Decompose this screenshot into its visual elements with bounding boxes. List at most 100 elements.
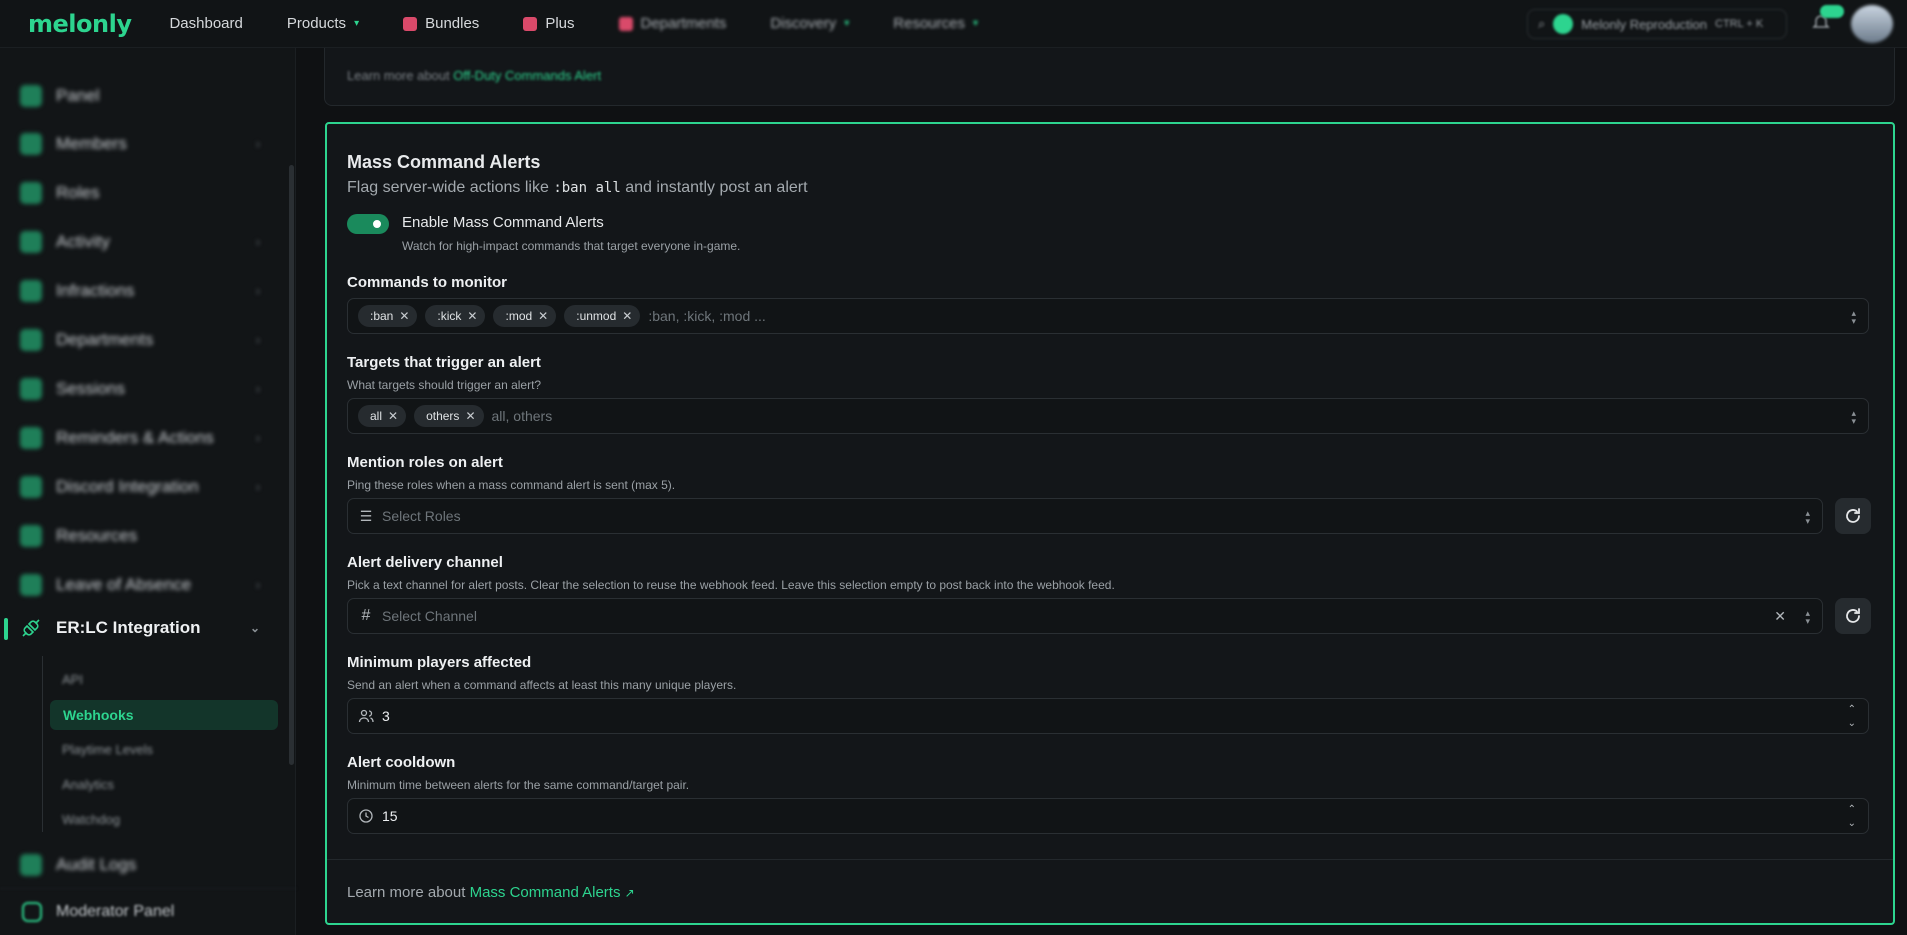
nav-discovery[interactable]: Discovery ▾ (770, 15, 849, 32)
shield-icon (22, 902, 42, 922)
close-icon[interactable]: ✕ (467, 309, 477, 323)
refresh-icon (1846, 508, 1860, 523)
sidebar: Panel Members › Roles Activity › Infractio… (0, 48, 296, 935)
activity-icon (20, 231, 42, 253)
sidebar-item-activity[interactable]: Activity › (20, 222, 270, 262)
enable-toggle[interactable] (347, 214, 389, 234)
cooldown-label: Alert cooldown (347, 754, 456, 771)
sidebar-item-label: Leave of Absence (56, 575, 192, 594)
close-icon[interactable]: ✕ (465, 409, 475, 423)
close-icon[interactable]: ✕ (622, 309, 632, 323)
sessions-icon (20, 378, 42, 400)
sidebar-item-label: Departments (56, 330, 154, 349)
channel-select[interactable]: # Select Channel ✕ ▴ ▾ (347, 598, 1823, 634)
sub-item-webhooks[interactable]: Webhooks (50, 700, 278, 730)
melonly-logo[interactable]: melonly (28, 10, 132, 38)
sidebar-item-reminders[interactable]: Reminders & Actions › (20, 418, 270, 458)
departments-icon (618, 16, 633, 31)
targets-multiselect[interactable]: all ✕ others ✕ all, others ▴ ▾ (347, 398, 1869, 434)
clear-icon[interactable]: ✕ (1774, 608, 1786, 625)
chip-all: all ✕ (358, 405, 407, 427)
chip-text: all (370, 409, 383, 423)
close-icon[interactable]: ✕ (399, 309, 409, 323)
sidebar-item-erlc[interactable]: ER:LC Integration ⌄ (20, 608, 270, 648)
refresh-roles-button[interactable] (1835, 498, 1871, 534)
plus-icon (523, 16, 538, 31)
sidebar-item-roles[interactable]: Roles (20, 173, 270, 213)
stepper-icon[interactable]: ⌃ ⌄ (1848, 703, 1856, 731)
sidebar-item-panel[interactable]: Panel (20, 76, 270, 116)
refresh-channel-button[interactable] (1835, 598, 1871, 634)
nav-dashboard[interactable]: Dashboard (169, 15, 242, 32)
sub-item-api[interactable]: API (62, 672, 83, 687)
toggle-label: Enable Mass Command Alerts (402, 214, 604, 231)
nav-plus[interactable]: Plus (523, 15, 575, 32)
nav-products[interactable]: Products ▾ (287, 15, 359, 32)
stepper-icon[interactable]: ⌃ ⌄ (1848, 803, 1856, 831)
sidebar-item-departments[interactable]: Departments › (20, 320, 270, 360)
sidebar-item-infractions[interactable]: Infractions › (20, 271, 270, 311)
chevron-updown-icon[interactable]: ▴ ▾ (1851, 409, 1856, 426)
global-search[interactable]: ⌕ Melonly Reproduction CTRL + K (1527, 9, 1787, 39)
refresh-icon (1846, 608, 1860, 623)
sub-nav-line (42, 656, 43, 832)
sidebar-scrollbar[interactable] (289, 165, 294, 765)
server-avatar (1553, 14, 1574, 34)
roles-icon (20, 182, 42, 204)
sidebar-item-members[interactable]: Members › (20, 124, 270, 164)
chip-text: others (426, 409, 460, 423)
chevron-right-icon: › (256, 284, 260, 298)
card-title: Mass Command Alerts (347, 152, 541, 172)
roles-select[interactable]: ☰ Select Roles ▴ ▾ (347, 498, 1823, 534)
sidebar-item-sessions[interactable]: Sessions › (20, 369, 270, 409)
nav-bundles-label: Bundles (425, 15, 480, 32)
sidebar-item-discord[interactable]: Discord Integration › (20, 467, 270, 507)
learn-more-link-text: Mass Command Alerts (469, 884, 621, 901)
min-players-help: Send an alert when a command affects at … (347, 678, 737, 692)
chevron-down-icon: ▾ (354, 18, 360, 29)
chevron-updown-icon[interactable]: ▴ ▾ (1805, 509, 1810, 526)
sub-item-playtime[interactable]: Playtime Levels (62, 742, 153, 757)
hash-icon: # (361, 607, 371, 624)
nav-resources[interactable]: Resources ▾ (893, 15, 978, 32)
close-icon[interactable]: ✕ (538, 309, 548, 323)
mention-help: Ping these roles when a mass command ale… (347, 478, 676, 492)
close-icon[interactable]: ✕ (388, 409, 398, 423)
learn-more-link[interactable]: Mass Command Alerts ↗ (470, 884, 635, 901)
top-bar: melonly Dashboard Products ▾ Bundles Plus… (0, 0, 1907, 48)
min-players-value: 3 (382, 708, 390, 724)
commands-multiselect[interactable]: :ban ✕ :kick ✕ :mod ✕ :unmod ✕ :ban, :kick, … (347, 298, 1869, 334)
top-nav: Dashboard Products ▾ Bundles Plus Departm… (169, 15, 1022, 32)
sidebar-item-label: ER:LC Integration (56, 618, 201, 637)
user-avatar[interactable] (1851, 5, 1893, 43)
targets-placeholder[interactable]: all, others (492, 408, 553, 424)
cooldown-input[interactable]: 15 ⌃ ⌄ (347, 798, 1869, 834)
prev-learn-link[interactable]: Off-Duty Commands Alert (453, 68, 601, 83)
sub-item-watchdog[interactable]: Watchdog (62, 812, 120, 827)
channel-help: Pick a text channel for alert posts. Cle… (347, 578, 1115, 592)
moderator-panel-link[interactable]: Moderator Panel (0, 888, 296, 935)
min-players-input[interactable]: 3 ⌃ ⌄ (347, 698, 1869, 734)
panel-icon (20, 85, 42, 107)
departments-icon (20, 329, 42, 351)
toggle-knob (370, 217, 384, 231)
cooldown-value: 15 (382, 808, 398, 824)
sidebar-item-leave[interactable]: Leave of Absence › (20, 565, 270, 605)
chip-text: :mod (505, 309, 533, 323)
nav-departments[interactable]: Departments (618, 15, 726, 32)
chevron-updown-icon[interactable]: ▴ ▾ (1805, 609, 1810, 626)
search-shortcut: CTRL + K (1715, 18, 1764, 30)
nav-bundles[interactable]: Bundles (403, 15, 479, 32)
chevron-right-icon: › (256, 431, 260, 445)
sidebar-item-resources[interactable]: Resources (20, 516, 270, 556)
commands-placeholder[interactable]: :ban, :kick, :mod ... (648, 308, 766, 324)
chevron-updown-icon[interactable]: ▴ ▾ (1851, 309, 1856, 326)
sidebar-item-label: Panel (56, 86, 100, 105)
sub-item-analytics[interactable]: Analytics (62, 777, 114, 792)
chip-text: :unmod (576, 309, 617, 323)
chevron-right-icon: › (256, 235, 260, 249)
chevron-right-icon: › (256, 333, 260, 347)
commands-label: Commands to monitor (347, 274, 507, 291)
sidebar-item-audit-logs[interactable]: Audit Logs (20, 845, 270, 885)
chevron-right-icon: › (256, 578, 260, 592)
